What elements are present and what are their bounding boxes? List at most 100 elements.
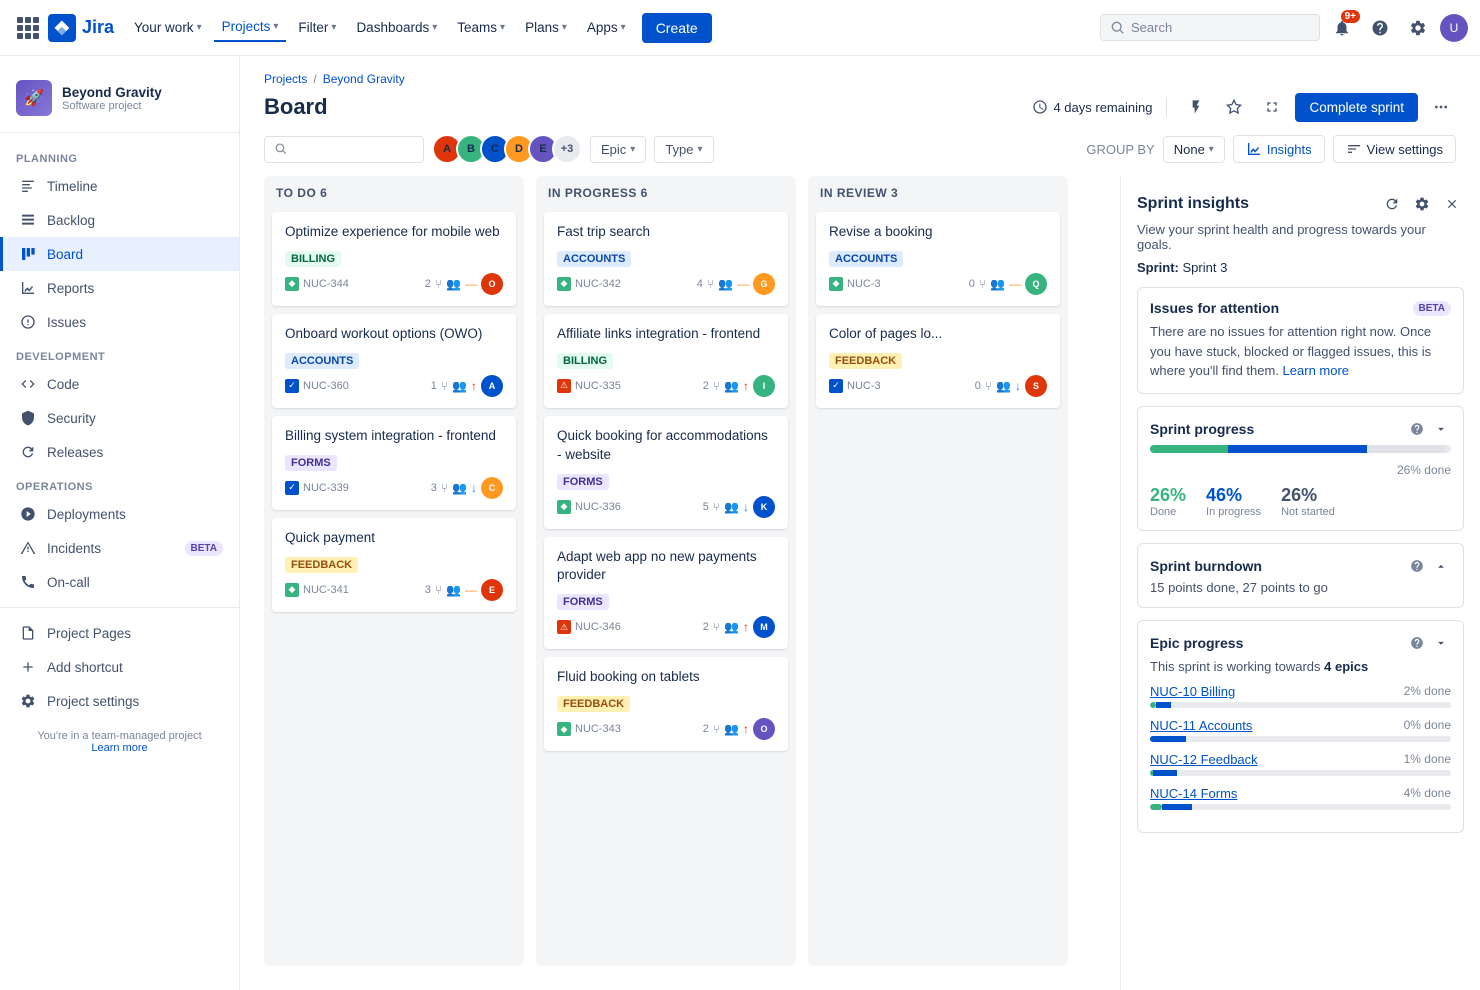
- board-header: Projects / Beyond Gravity Board 4 days r…: [240, 56, 1480, 134]
- sidebar-item-oncall[interactable]: On-call: [0, 565, 239, 599]
- card[interactable]: Quick payment FEEDBACK ◆ NUC-341 3 ⑂ 👥 —…: [272, 518, 516, 612]
- burndown-help[interactable]: [1407, 556, 1427, 576]
- user-avatar[interactable]: U: [1440, 14, 1468, 42]
- nav-filter[interactable]: Filter ▾: [290, 14, 344, 41]
- notification-badge: 9+: [1341, 10, 1360, 23]
- burndown-expand[interactable]: [1431, 556, 1451, 576]
- learn-more-link[interactable]: Learn more: [1283, 363, 1349, 378]
- epic-name[interactable]: NUC-11 Accounts: [1150, 718, 1252, 733]
- card[interactable]: Optimize experience for mobile web BILLI…: [272, 212, 516, 306]
- epic-item-header: NUC-12 Feedback 1% done: [1150, 752, 1451, 767]
- card[interactable]: Fast trip search ACCOUNTS ◆ NUC-342 4 ⑂ …: [544, 212, 788, 306]
- progress-bar: [1150, 445, 1451, 453]
- sidebar-item-issues[interactable]: Issues: [0, 305, 239, 339]
- jira-logo[interactable]: Jira: [48, 14, 114, 42]
- app-switcher-button[interactable]: [12, 12, 44, 44]
- card-footer: ◆ NUC-344 2 ⑂ 👥 — O: [285, 273, 503, 295]
- sidebar-item-releases[interactable]: Releases: [0, 435, 239, 469]
- breadcrumb-project[interactable]: Beyond Gravity: [323, 72, 405, 86]
- view-settings-button[interactable]: View settings: [1333, 135, 1456, 163]
- nav-dashboards[interactable]: Dashboards ▾: [348, 14, 445, 41]
- epic-filter-button[interactable]: Epic ▾: [590, 136, 646, 163]
- epic-name[interactable]: NUC-10 Billing: [1150, 684, 1235, 699]
- card-type-icon: ⚠: [557, 379, 571, 393]
- search-box[interactable]: Search: [1100, 14, 1320, 41]
- help-button[interactable]: [1364, 12, 1396, 44]
- epic-expand[interactable]: [1431, 633, 1451, 653]
- sidebar-item-add-shortcut[interactable]: Add shortcut: [0, 650, 239, 684]
- lightning-button[interactable]: [1181, 92, 1211, 122]
- epic-name[interactable]: NUC-12 Feedback: [1150, 752, 1258, 767]
- priority-icon: ↑: [471, 379, 477, 393]
- epic-item: NUC-12 Feedback 1% done: [1150, 752, 1451, 776]
- close-icon[interactable]: [1440, 192, 1464, 216]
- card-title: Onboard workout options (OWO): [285, 325, 503, 344]
- type-filter-button[interactable]: Type ▾: [654, 136, 713, 163]
- sidebar-item-project-settings[interactable]: Project settings: [0, 684, 239, 718]
- sidebar-item-security[interactable]: Security: [0, 401, 239, 435]
- divider: [1166, 97, 1167, 117]
- footer-link[interactable]: Learn more: [91, 742, 147, 754]
- sidebar-item-code[interactable]: Code: [0, 367, 239, 401]
- sidebar-item-project-pages[interactable]: Project Pages: [0, 616, 239, 650]
- sidebar-label: Releases: [47, 445, 223, 460]
- nav-apps[interactable]: Apps ▾: [579, 14, 634, 41]
- breadcrumb-projects[interactable]: Projects: [264, 72, 307, 86]
- avatar-more[interactable]: +3: [552, 134, 582, 164]
- column-body: Optimize experience for mobile web BILLI…: [264, 208, 524, 966]
- group-by-button[interactable]: None ▾: [1163, 136, 1225, 163]
- card[interactable]: Onboard workout options (OWO) ACCOUNTS ✓…: [272, 314, 516, 408]
- sidebar-item-board[interactable]: Board: [0, 237, 239, 271]
- nav-plans[interactable]: Plans ▾: [517, 14, 575, 41]
- nav-projects[interactable]: Projects ▾: [214, 13, 287, 42]
- chevron-down-icon: ▾: [621, 22, 626, 33]
- column-header: IN REVIEW 3: [808, 176, 1068, 208]
- search-input[interactable]: [293, 142, 413, 157]
- progress-expand[interactable]: [1431, 419, 1451, 439]
- card[interactable]: Affiliate links integration - frontend B…: [544, 314, 788, 408]
- board-search[interactable]: [264, 136, 424, 163]
- progress-stats: 26% Done 46% In progress 26% Not started: [1150, 485, 1451, 518]
- settings-button[interactable]: [1402, 12, 1434, 44]
- insights-title: Sprint insights: [1137, 195, 1249, 213]
- sidebar-item-backlog[interactable]: Backlog: [0, 203, 239, 237]
- card-type-icon: ◆: [285, 277, 299, 291]
- card-meta: 1 ⑂ 👥 ↑ A: [431, 375, 503, 397]
- notifications-button[interactable]: 9+: [1326, 12, 1358, 44]
- create-button[interactable]: Create: [642, 13, 712, 43]
- card[interactable]: Billing system integration - frontend FO…: [272, 416, 516, 510]
- card[interactable]: Quick booking for accommodations - websi…: [544, 416, 788, 529]
- card-id: NUC-339: [303, 482, 349, 494]
- fullscreen-button[interactable]: [1257, 92, 1287, 122]
- nav-your-work[interactable]: Your work ▾: [126, 14, 210, 41]
- progress-help[interactable]: [1407, 419, 1427, 439]
- card-num: 0: [975, 380, 981, 392]
- epic-name[interactable]: NUC-14 Forms: [1150, 786, 1237, 801]
- refresh-icon[interactable]: [1380, 192, 1404, 216]
- card[interactable]: Fluid booking on tablets FEEDBACK ◆ NUC-…: [544, 657, 788, 751]
- more-options-button[interactable]: [1426, 92, 1456, 122]
- branch-icon: ⑂: [713, 620, 720, 634]
- sidebar-item-reports[interactable]: Reports: [0, 271, 239, 305]
- star-button[interactable]: [1219, 92, 1249, 122]
- epic-bar: [1150, 702, 1451, 708]
- card-avatar: A: [481, 375, 503, 397]
- board-toolbar: A B C D E +3 Epic ▾ Type ▾ GROUP BY None…: [240, 134, 1480, 176]
- epic-help[interactable]: [1407, 633, 1427, 653]
- card-title: Revise a booking: [829, 223, 1047, 242]
- view-settings-icon: [1346, 141, 1362, 157]
- sidebar-item-incidents[interactable]: Incidents BETA: [0, 531, 239, 565]
- insights-button[interactable]: Insights: [1233, 135, 1325, 163]
- sidebar-item-deployments[interactable]: Deployments: [0, 497, 239, 531]
- settings-icon[interactable]: [1410, 192, 1434, 216]
- breadcrumb-separator: /: [313, 72, 316, 86]
- complete-sprint-button[interactable]: Complete sprint: [1295, 93, 1418, 122]
- card[interactable]: Revise a booking ACCOUNTS ◆ NUC-3 0 ⑂ 👥 …: [816, 212, 1060, 306]
- nav-teams[interactable]: Teams ▾: [449, 14, 513, 41]
- card-tag: ACCOUNTS: [829, 251, 903, 267]
- sidebar-item-timeline[interactable]: Timeline: [0, 169, 239, 203]
- card[interactable]: Adapt web app no new payments provider F…: [544, 537, 788, 650]
- jira-text: Jira: [82, 17, 114, 38]
- card[interactable]: Color of pages lo... FEEDBACK ✓ NUC-3 0 …: [816, 314, 1060, 408]
- people-icon: 👥: [718, 277, 733, 291]
